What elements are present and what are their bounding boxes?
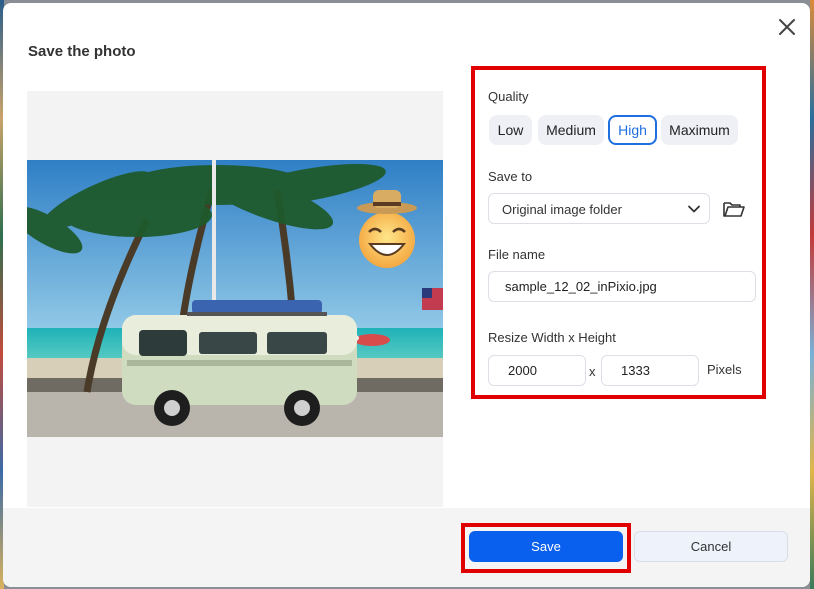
save-to-dropdown[interactable]: Original image folder xyxy=(488,193,710,224)
quality-maximum-button[interactable]: Maximum xyxy=(661,115,738,145)
resize-unit-label: Pixels xyxy=(707,362,742,377)
background-strip-right xyxy=(810,0,814,589)
folder-open-icon[interactable] xyxy=(722,199,746,219)
file-name-input[interactable] xyxy=(488,271,756,302)
save-photo-dialog: Save the photo Quality Low Medium High M… xyxy=(3,3,810,587)
resize-label: Resize Width x Height xyxy=(488,330,616,345)
quality-low-button[interactable]: Low xyxy=(489,115,532,145)
quality-high-button[interactable]: High xyxy=(608,115,657,145)
resize-width-input[interactable] xyxy=(488,355,586,386)
quality-label: Quality xyxy=(488,89,529,104)
dialog-title: Save the photo xyxy=(28,43,136,60)
chevron-down-icon xyxy=(688,205,700,213)
resize-height-input[interactable] xyxy=(601,355,699,386)
image-preview xyxy=(27,91,443,507)
save-to-label: Save to xyxy=(488,169,533,184)
file-name-label: File name xyxy=(488,247,546,262)
cancel-button[interactable]: Cancel xyxy=(634,531,788,562)
save-button[interactable]: Save xyxy=(469,531,623,562)
resize-separator: x xyxy=(589,364,596,379)
preview-photo xyxy=(27,160,443,437)
close-icon[interactable] xyxy=(775,15,799,39)
save-to-value: Original image folder xyxy=(502,202,622,217)
quality-medium-button[interactable]: Medium xyxy=(538,115,604,145)
